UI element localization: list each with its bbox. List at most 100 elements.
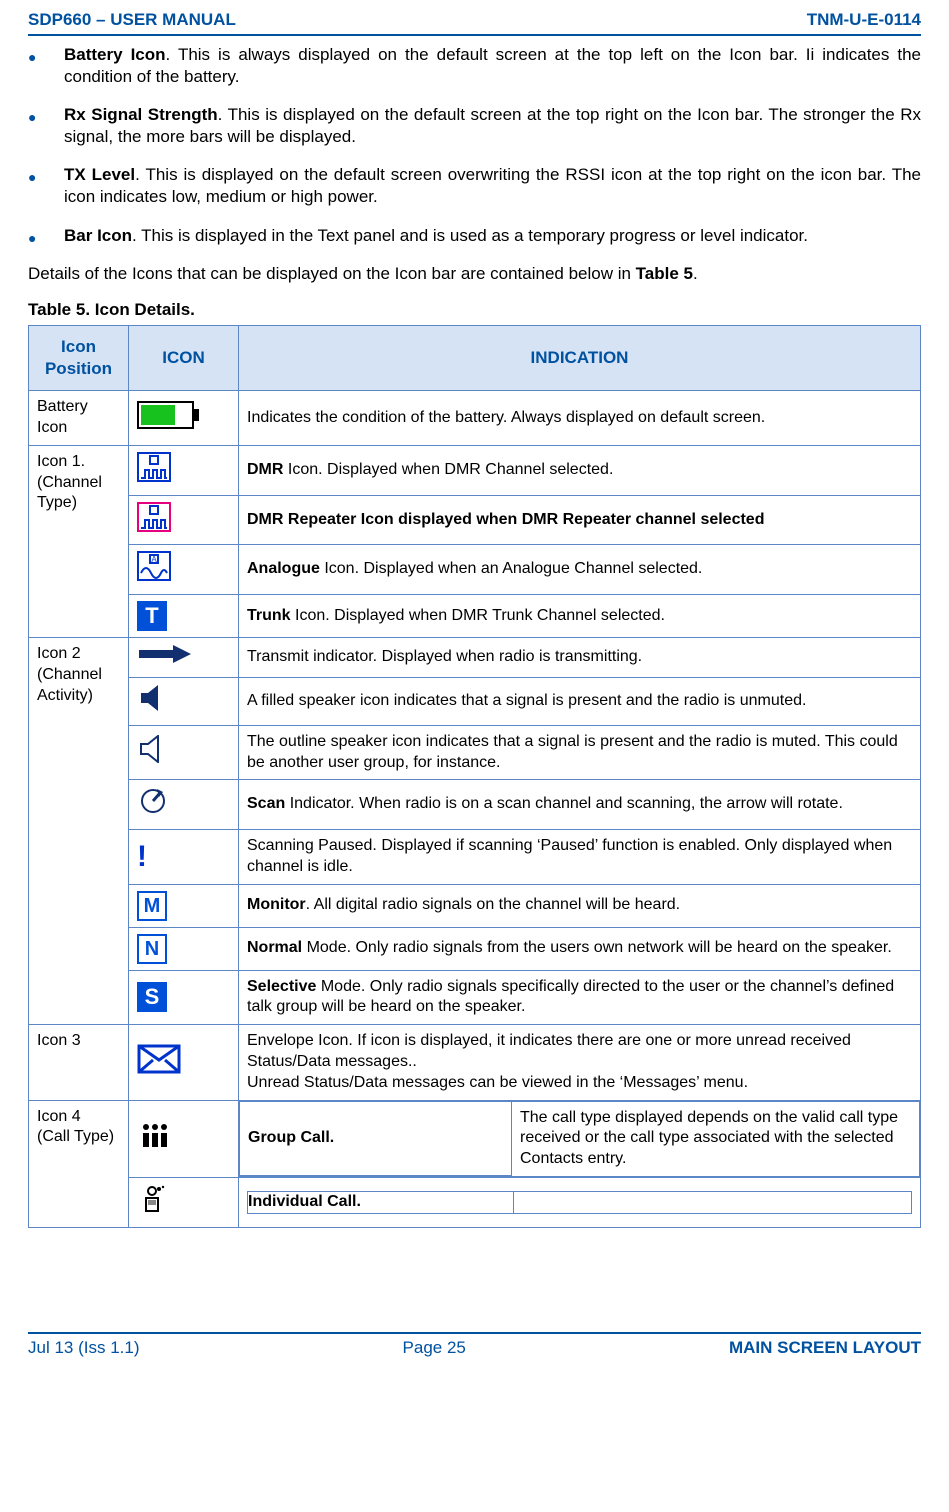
cell-indication: Analogue Icon. Displayed when an Analogu…: [239, 545, 921, 595]
th-icon: ICON: [129, 325, 239, 390]
table-row: N Normal Mode. Only radio signals from t…: [29, 927, 921, 970]
details-post: .: [693, 264, 698, 283]
details-line: Details of the Icons that can be display…: [28, 263, 921, 285]
cell-indication: Indicates the condition of the battery. …: [239, 391, 921, 446]
table-row: Icon 1. (Channel Type) DMR Icon. Display…: [29, 445, 921, 495]
bullet-dot-icon: ●: [28, 164, 64, 208]
cell-icon: [129, 1100, 239, 1177]
envelope-icon: [137, 1044, 181, 1074]
content-body: ● Battery Icon. This is always displayed…: [0, 44, 949, 1228]
table-row: Icon 2 (Channel Activity) Transmit indic…: [29, 638, 921, 678]
cell-icon: S: [129, 970, 239, 1025]
cell-indication: Scan Indicator. When radio is on a scan …: [239, 780, 921, 830]
cell-icon: [129, 1178, 239, 1228]
transmit-arrow-icon: [137, 644, 193, 664]
cell-icon: !: [129, 830, 239, 885]
cell-icon: [129, 391, 239, 446]
individual-call-label: Individual Call.: [248, 1193, 361, 1210]
battery-icon: [137, 401, 201, 429]
bullet-text: . This is always displayed on the defaul…: [64, 45, 921, 86]
footer: Jul 13 (Iss 1.1) Page 25 MAIN SCREEN LAY…: [0, 1328, 949, 1372]
cell-indication: Trunk Icon. Displayed when DMR Trunk Cha…: [239, 595, 921, 638]
table-row: S Selective Mode. Only radio signals spe…: [29, 970, 921, 1025]
header-right: TNM-U-E-0114: [807, 10, 921, 30]
dmr-repeater-icon: [137, 502, 171, 532]
header-left: SDP660 – USER MANUAL: [28, 10, 236, 30]
table-row: The outline speaker icon indicates that …: [29, 725, 921, 780]
bullet-title: Bar Icon: [64, 226, 132, 245]
cell-pos: Battery Icon: [29, 391, 129, 446]
cell-indication: Normal Mode. Only radio signals from the…: [239, 927, 921, 970]
details-table-ref: Table 5: [636, 264, 693, 283]
bullet-dot-icon: ●: [28, 225, 64, 247]
bullet-dot-icon: ●: [28, 104, 64, 148]
cell-icon: [129, 725, 239, 780]
normal-n-icon: N: [137, 934, 167, 964]
table-row: Icon 4 (Call Type) Group Call. The call …: [29, 1100, 921, 1177]
cell-icon: [129, 495, 239, 545]
individual-call-icon: [137, 1184, 167, 1214]
cell-indication: Scanning Paused. Displayed if scanning ‘…: [239, 830, 921, 885]
speaker-outline-icon: [137, 735, 173, 763]
table-row: Battery Icon Indicates the condition of …: [29, 391, 921, 446]
group-call-label: Group Call.: [248, 1129, 334, 1146]
cell-icon: T: [129, 595, 239, 638]
table-row: ! Scanning Paused. Displayed if scanning…: [29, 830, 921, 885]
bullet-title: Rx Signal Strength: [64, 105, 218, 124]
group-call-icon: [137, 1121, 173, 1149]
cell-indication: Individual Call.: [239, 1178, 921, 1228]
cell-indication: DMR Icon. Displayed when DMR Channel sel…: [239, 445, 921, 495]
cell-indication: DMR Repeater Icon displayed when DMR Rep…: [239, 495, 921, 545]
call-type-note: The call type displayed depends on the v…: [512, 1101, 920, 1176]
cell-icon: N: [129, 927, 239, 970]
table-row: Icon 3 Envelope Icon. If icon is display…: [29, 1025, 921, 1100]
cell-pos: Icon 1. (Channel Type): [29, 445, 129, 637]
cell-indication: Selective Mode. Only radio signals speci…: [239, 970, 921, 1025]
pause-exclaim-icon: !: [137, 840, 147, 873]
icon-details-table: Icon Position ICON INDICATION Battery Ic…: [28, 325, 921, 1228]
table-row: M Monitor. All digital radio signals on …: [29, 884, 921, 927]
selective-s-icon: S: [137, 982, 167, 1012]
header-bar: SDP660 – USER MANUAL TNM-U-E-0114: [0, 0, 949, 34]
header-rule: [28, 34, 921, 36]
table-row: T Trunk Icon. Displayed when DMR Trunk C…: [29, 595, 921, 638]
cell-indication: A filled speaker icon indicates that a s…: [239, 677, 921, 725]
footer-right: MAIN SCREEN LAYOUT: [729, 1338, 921, 1358]
cell-pos: Icon 2 (Channel Activity): [29, 638, 129, 1025]
bullet-text: . This is displayed in the Text panel an…: [132, 226, 808, 245]
dmr-icon: [137, 452, 171, 482]
table-row: DMR Repeater Icon displayed when DMR Rep…: [29, 495, 921, 545]
table-header-row: Icon Position ICON INDICATION: [29, 325, 921, 390]
cell-indication: Transmit indicator. Displayed when radio…: [239, 638, 921, 678]
scan-icon: [137, 786, 169, 816]
bullet-title: Battery Icon: [64, 45, 166, 64]
th-position: Icon Position: [29, 325, 129, 390]
analogue-icon: A: [137, 551, 171, 581]
cell-pos: Icon 3: [29, 1025, 129, 1100]
cell-icon: [129, 445, 239, 495]
cell-indication: Monitor. All digital radio signals on th…: [239, 884, 921, 927]
th-indication: INDICATION: [239, 325, 921, 390]
table-row: Scan Indicator. When radio is on a scan …: [29, 780, 921, 830]
page: SDP660 – USER MANUAL TNM-U-E-0114 ● Batt…: [0, 0, 949, 1372]
bullet-dot-icon: ●: [28, 44, 64, 88]
cell-icon: [129, 1025, 239, 1100]
speaker-filled-icon: [137, 684, 173, 712]
bullet-battery: ● Battery Icon. This is always displayed…: [28, 44, 921, 88]
trunk-icon: T: [137, 601, 167, 631]
table-row: A filled speaker icon indicates that a s…: [29, 677, 921, 725]
details-pre: Details of the Icons that can be display…: [28, 264, 636, 283]
cell-indication-wrap: Group Call. The call type displayed depe…: [239, 1100, 921, 1177]
cell-indication: Envelope Icon. If icon is displayed, it …: [239, 1025, 921, 1100]
footer-left: Jul 13 (Iss 1.1): [28, 1338, 140, 1358]
monitor-m-icon: M: [137, 891, 167, 921]
svg-text:A: A: [151, 555, 157, 564]
cell-icon: M: [129, 884, 239, 927]
bullet-bar: ● Bar Icon. This is displayed in the Tex…: [28, 225, 921, 247]
footer-center: Page 25: [140, 1338, 729, 1358]
bullet-text: . This is displayed on the default scree…: [64, 165, 921, 206]
footer-rule: [28, 1332, 921, 1334]
cell-icon: [129, 780, 239, 830]
cell-indication: The outline speaker icon indicates that …: [239, 725, 921, 780]
table-row: Individual Call.: [29, 1178, 921, 1228]
